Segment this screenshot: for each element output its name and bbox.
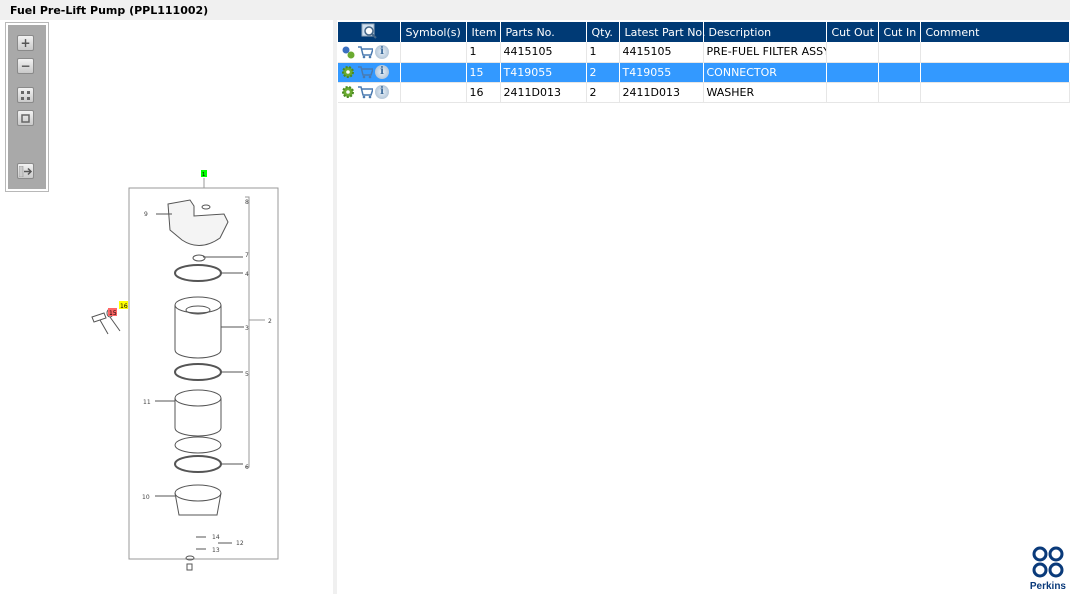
cell-comment [920, 62, 1070, 83]
cell-latest-part-no: T419055 [619, 62, 704, 83]
gear-icon [342, 86, 354, 98]
svg-text:5: 5 [245, 371, 249, 378]
search-icon [361, 23, 377, 39]
cell-cut-out [826, 42, 879, 63]
cell-item: 15 [466, 62, 501, 83]
header-parts-no[interactable]: Parts No. [500, 22, 587, 42]
table-row[interactable]: i 16 2411D013 2 2411D013 WASHER [338, 82, 1070, 103]
parts-table: Symbol(s) Item Parts No. Qty. Latest Par… [338, 22, 1070, 103]
cell-cut-out [826, 82, 879, 103]
cell-cut-in [878, 42, 921, 63]
table-header: Symbol(s) Item Parts No. Qty. Latest Par… [338, 22, 1070, 42]
cell-qty: 2 [586, 62, 620, 83]
cell-cut-in [878, 62, 921, 83]
cell-description: WASHER [703, 82, 827, 103]
cart-icon[interactable] [357, 85, 373, 99]
row-actions: i [338, 42, 401, 63]
header-symbols[interactable]: Symbol(s) [400, 22, 467, 42]
svg-text:16: 16 [120, 303, 128, 310]
row-actions: i [338, 62, 401, 83]
cell-description: CONNECTOR [703, 62, 827, 83]
svg-text:1: 1 [202, 172, 205, 178]
info-icon[interactable]: i [375, 44, 389, 59]
info-icon[interactable]: i [375, 65, 389, 79]
perkins-logo: Perkins [1030, 546, 1066, 592]
svg-text:2: 2 [268, 318, 272, 325]
cell-symbols [400, 82, 467, 103]
cell-item: 1 [466, 42, 501, 63]
parts-list-pane: Symbol(s) Item Parts No. Qty. Latest Par… [337, 20, 1070, 594]
cell-latest-part-no: 4415105 [619, 42, 704, 63]
page-title: Fuel Pre-Lift Pump (PPL111002) [10, 4, 209, 17]
info-icon[interactable]: i [375, 85, 389, 99]
svg-text:15: 15 [109, 310, 117, 317]
header-item[interactable]: Item [466, 22, 501, 42]
cart-icon[interactable] [357, 45, 373, 59]
cell-symbols [400, 42, 467, 63]
cell-latest-part-no: 2411D013 [619, 82, 704, 103]
table-row[interactable]: i 15 T419055 2 T419055 CONNECTOR [338, 62, 1070, 83]
svg-text:14: 14 [212, 534, 220, 541]
cell-parts-no: 4415105 [500, 42, 587, 63]
cell-cut-out [826, 62, 879, 83]
svg-text:4: 4 [245, 271, 249, 278]
header-qty[interactable]: Qty. [586, 22, 620, 42]
header-cut-out[interactable]: Cut Out [826, 22, 879, 42]
svg-text:12: 12 [236, 540, 244, 547]
row-actions: i [338, 82, 401, 103]
header-cut-in[interactable]: Cut In [878, 22, 921, 42]
cell-qty: 2 [586, 82, 620, 103]
svg-text:7: 7 [245, 252, 249, 259]
cell-comment [920, 42, 1070, 63]
svg-text:9: 9 [144, 211, 148, 218]
diagram-pane[interactable]: + − 1 8 9 7 4 2 3 5 11 6 10 14 12 13 16 … [0, 20, 333, 594]
header-comment[interactable]: Comment [920, 22, 1070, 42]
svg-text:11: 11 [143, 399, 151, 406]
cell-parts-no: 2411D013 [500, 82, 587, 103]
cell-qty: 1 [586, 42, 620, 63]
exploded-diagram: 1 8 9 7 4 2 3 5 11 6 10 14 12 13 16 15 [91, 170, 279, 571]
perkins-logo-icon [1032, 546, 1064, 578]
cell-item: 16 [466, 82, 501, 103]
cell-symbols [400, 62, 467, 83]
header-latest-part-no[interactable]: Latest Part No. [619, 22, 705, 42]
find-column-header[interactable] [338, 22, 401, 42]
table-row[interactable]: i 1 4415105 1 4415105 PRE-FUEL FILTER AS… [338, 42, 1070, 63]
svg-text:10: 10 [142, 494, 150, 501]
cart-icon[interactable] [357, 65, 373, 79]
header-description[interactable]: Description [703, 22, 827, 42]
cell-parts-no: T419055 [500, 62, 587, 83]
cell-cut-in [878, 82, 921, 103]
svg-text:8: 8 [245, 199, 249, 206]
svg-text:3: 3 [245, 325, 249, 332]
svg-text:13: 13 [212, 547, 220, 554]
cell-comment [920, 82, 1070, 103]
svg-text:6: 6 [245, 464, 249, 471]
assembly-gears-icon [342, 46, 355, 59]
gear-icon [342, 66, 354, 78]
cell-description: PRE-FUEL FILTER ASSY [703, 42, 827, 63]
